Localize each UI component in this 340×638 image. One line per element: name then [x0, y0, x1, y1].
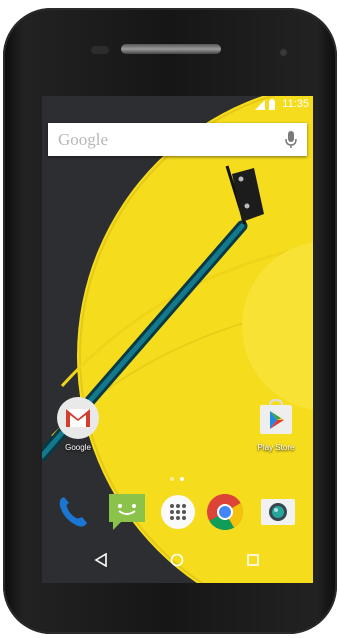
- messaging-icon[interactable]: [107, 492, 147, 532]
- back-icon[interactable]: [94, 553, 108, 567]
- play-store-icon: [260, 398, 292, 434]
- google-search-bar[interactable]: Google: [48, 123, 307, 156]
- gmail-icon: [57, 397, 99, 439]
- chrome-icon[interactable]: [205, 492, 245, 532]
- home-icon[interactable]: [170, 553, 184, 567]
- recents-icon[interactable]: [246, 553, 260, 567]
- home-screen: 11:35 Google Google Play Store: [42, 96, 313, 583]
- page-indicator: [167, 468, 187, 486]
- front-camera: [279, 48, 288, 57]
- proximity-sensor: [91, 46, 109, 54]
- earpiece-speaker: [121, 44, 221, 54]
- microphone-icon[interactable]: [285, 131, 297, 149]
- camera-icon[interactable]: [258, 492, 298, 532]
- home-app-play-store[interactable]: Play Store: [246, 396, 306, 452]
- page-dot: [170, 477, 174, 481]
- status-time: 11:35: [282, 98, 309, 110]
- battery-icon: [269, 99, 275, 110]
- app-drawer-icon[interactable]: [158, 492, 198, 532]
- page-dot-active: [180, 477, 184, 481]
- navigation-bar: [42, 539, 313, 583]
- search-placeholder: Google: [58, 130, 109, 149]
- signal-icon: [255, 100, 265, 110]
- status-bar: 11:35: [42, 96, 313, 114]
- home-app-gmail[interactable]: Google: [48, 396, 108, 452]
- app-label: Google: [65, 443, 91, 452]
- app-label: Play Store: [257, 443, 295, 452]
- phone-icon[interactable]: [54, 492, 94, 532]
